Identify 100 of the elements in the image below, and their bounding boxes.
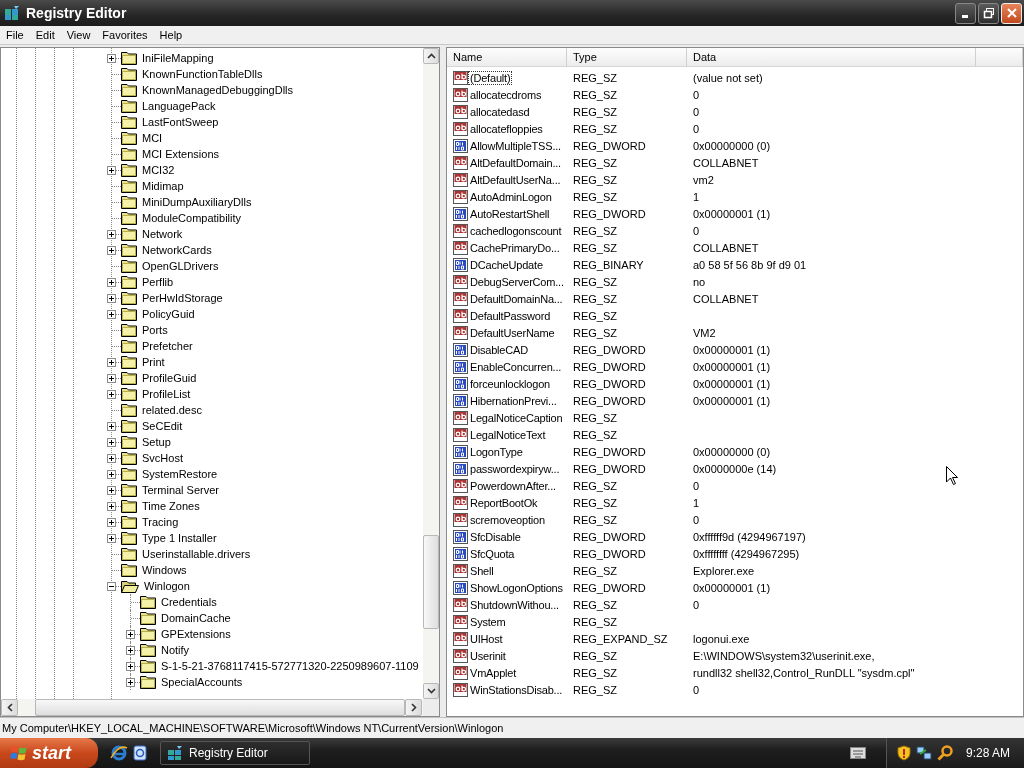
quick-launch-icon[interactable]	[132, 744, 148, 762]
browser-icon[interactable]	[110, 744, 128, 762]
expand-icon[interactable]	[107, 165, 116, 175]
expand-icon[interactable]	[126, 677, 135, 687]
tree-item[interactable]: Network	[141, 228, 184, 240]
menu-item[interactable]: Help	[153, 29, 189, 41]
expand-icon[interactable]	[126, 629, 135, 639]
expand-icon[interactable]	[107, 229, 116, 239]
menu-item[interactable]: Favorites	[96, 29, 154, 41]
value-name[interactable]: Shell	[468, 563, 496, 578]
expand-icon[interactable]	[107, 533, 116, 543]
tree-item[interactable]: Midimap	[141, 180, 185, 192]
value-name[interactable]: ReportBootOk	[468, 495, 540, 510]
value-name[interactable]: VmApplet	[468, 665, 519, 680]
tree-item[interactable]: PolicyGuid	[141, 308, 196, 320]
value-name[interactable]: AllowMultipleTSS...	[468, 138, 563, 153]
scroll-down-button[interactable]	[423, 683, 439, 699]
expand-icon[interactable]	[107, 501, 116, 511]
value-name[interactable]: CachePrimaryDo...	[468, 240, 562, 255]
caret-down-icon[interactable]	[426, 688, 436, 694]
scroll-thumb[interactable]	[423, 535, 439, 629]
value-name[interactable]: ShowLogonOptions	[468, 580, 565, 595]
value-name[interactable]: SfcQuota	[468, 546, 517, 561]
value-name[interactable]: forceunlocklogon	[468, 376, 552, 391]
value-name[interactable]: EnableConcurren...	[468, 359, 564, 374]
scroll-left-button[interactable]	[1, 699, 18, 716]
scroll-right-button[interactable]	[405, 699, 422, 716]
tree-item[interactable]: Setup	[141, 436, 172, 448]
tree-item[interactable]: MCI Extensions	[141, 148, 221, 160]
value-name[interactable]: LegalNoticeCaption	[468, 410, 565, 425]
tree-item[interactable]: MCI32	[141, 164, 176, 176]
tree-item[interactable]: ProfileList	[141, 388, 192, 400]
expand-icon[interactable]	[126, 661, 135, 671]
tree-item[interactable]: Terminal Server	[141, 484, 221, 496]
security-shield-icon[interactable]	[896, 745, 911, 761]
value-name[interactable]: DefaultDomainNa...	[468, 291, 565, 306]
tree-item[interactable]: Time Zones	[141, 500, 201, 512]
value-name[interactable]: PowerdownAfter...	[468, 478, 558, 493]
minimize-button[interactable]	[955, 2, 976, 24]
menu-item[interactable]: Edit	[29, 29, 61, 41]
value-name[interactable]: System	[468, 614, 508, 629]
search-icon[interactable]	[936, 745, 953, 761]
menu-item[interactable]: File	[0, 29, 30, 41]
tree-item[interactable]: Userinstallable.drivers	[141, 548, 252, 560]
restore-button[interactable]	[978, 2, 999, 24]
value-name[interactable]: AutoAdminLogon	[468, 189, 554, 204]
value-name[interactable]: DisableCAD	[468, 342, 530, 357]
value-name[interactable]: passwordexpiryw...	[468, 461, 562, 476]
tree-item[interactable]: LastFontSweep	[141, 116, 220, 128]
value-name[interactable]: UIHost	[468, 631, 505, 646]
value-name[interactable]: ShutdownWithou...	[468, 597, 561, 612]
expand-icon[interactable]	[107, 53, 116, 63]
tree-item[interactable]: SpecialAccounts	[160, 676, 244, 688]
tree-item[interactable]: Print	[141, 356, 166, 368]
tree-item[interactable]: KnownManagedDebuggingDlls	[141, 84, 295, 96]
value-name[interactable]: AltDefaultDomain...	[468, 155, 563, 170]
tree-item[interactable]: related.desc	[141, 404, 203, 416]
tree-item[interactable]: MiniDumpAuxiliaryDlls	[141, 196, 253, 208]
value-name[interactable]: Userinit	[468, 648, 508, 663]
tree-item[interactable]: KnownFunctionTableDlls	[141, 68, 264, 80]
value-name[interactable]: HibernationPrevi...	[468, 393, 559, 408]
value-name[interactable]: DCacheUpdate	[468, 257, 545, 272]
expand-icon[interactable]	[107, 437, 116, 447]
value-name[interactable]: allocatefloppies	[468, 121, 545, 136]
expand-icon[interactable]	[107, 357, 116, 367]
tree-item[interactable]: Perflib	[141, 276, 175, 288]
tree-item[interactable]: Prefetcher	[141, 340, 194, 352]
keyboard-icon[interactable]	[849, 747, 866, 759]
column-header[interactable]: Name	[447, 48, 567, 67]
tree-item[interactable]: GPExtensions	[160, 628, 232, 640]
taskbar-button[interactable]: Registry Editor	[160, 741, 310, 765]
tree-item[interactable]: DomainCache	[160, 612, 232, 624]
value-name[interactable]: SfcDisable	[468, 529, 523, 544]
tree-item[interactable]: Ports	[141, 324, 169, 336]
scroll-up-button[interactable]	[423, 48, 439, 64]
network-icon[interactable]	[915, 745, 932, 761]
collapse-icon[interactable]	[107, 581, 116, 591]
tree-item[interactable]: S-1-5-21-3768117415-572771320-2250989607-1109	[160, 660, 420, 672]
caret-right-icon[interactable]	[410, 703, 417, 712]
tree-item[interactable]: ModuleCompatibility	[141, 212, 243, 224]
value-name[interactable]: allocatecdroms	[468, 87, 544, 102]
value-name[interactable]: DebugServerCom...	[468, 274, 566, 289]
tree-item[interactable]: SvcHost	[141, 452, 184, 464]
value-name[interactable]: LegalNoticeText	[468, 427, 548, 442]
tree-item[interactable]: MCI	[141, 132, 164, 144]
value-name[interactable]: LogonType	[468, 444, 525, 459]
tree-item[interactable]: Winlogon	[143, 580, 191, 592]
expand-icon[interactable]	[107, 453, 116, 463]
value-name[interactable]: DefaultPassword	[468, 308, 553, 323]
close-button[interactable]	[1001, 2, 1022, 24]
value-name[interactable]: WinStationsDisab...	[468, 682, 565, 697]
vertical-scrollbar[interactable]	[423, 48, 439, 699]
expand-icon[interactable]	[107, 245, 116, 255]
tree-item[interactable]: Windows	[141, 564, 188, 576]
value-name[interactable]: (Default)	[468, 70, 513, 85]
expand-icon[interactable]	[107, 469, 116, 479]
expand-icon[interactable]	[107, 293, 116, 303]
column-header[interactable]: Data	[687, 48, 976, 67]
caret-left-icon[interactable]	[6, 703, 13, 712]
value-name[interactable]: cachedlogonscount	[468, 223, 564, 238]
